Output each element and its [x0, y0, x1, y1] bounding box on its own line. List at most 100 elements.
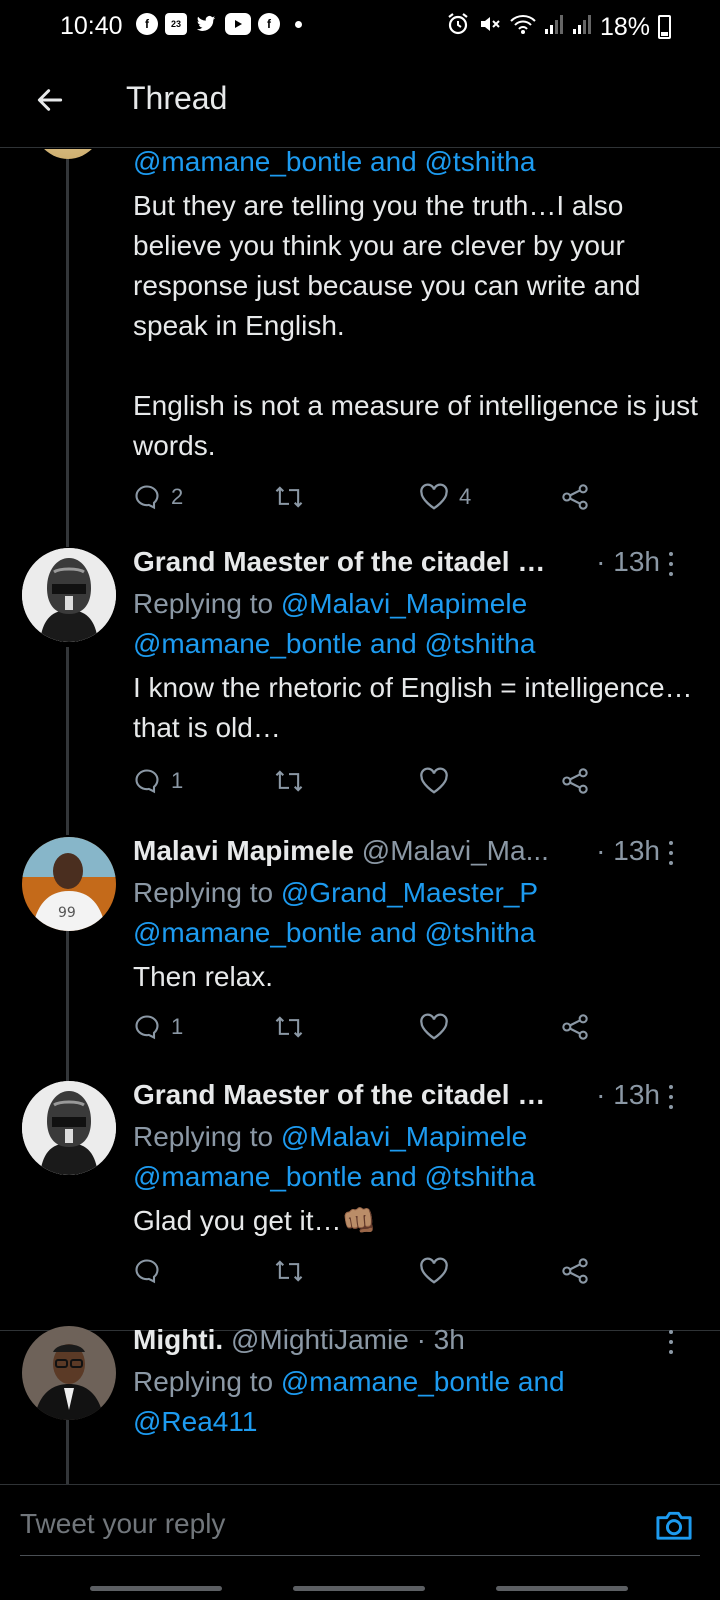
- more-notifications-dot: [295, 20, 302, 28]
- replying-to-link[interactable]: @mamane_bontle and: [281, 1366, 565, 1397]
- like-button[interactable]: [419, 1251, 449, 1291]
- alarm-icon: [446, 12, 470, 42]
- tweet[interactable]: Grand Maester of the citadel … · 13h Rep…: [0, 1079, 720, 1311]
- more-options-icon[interactable]: [664, 839, 678, 867]
- reply-icon: [135, 769, 159, 794]
- page-title: Thread: [126, 80, 228, 116]
- signal-icon: [544, 13, 564, 41]
- tweet-time[interactable]: · 13h: [596, 546, 660, 578]
- replying-to: Replying to @mamane_bontle and @Rea411: [133, 1362, 700, 1442]
- display-name[interactable]: Grand Maester of the citadel …: [133, 546, 545, 577]
- tweet-header: Grand Maester of the citadel … · 13h: [133, 1079, 700, 1115]
- reply-count: 2: [171, 484, 184, 509]
- replying-to-link[interactable]: @Grand_Maester_P: [281, 877, 538, 908]
- tweet-time[interactable]: · 13h: [596, 835, 660, 867]
- retweet-button[interactable]: [273, 761, 305, 801]
- retweet-icon: [275, 770, 303, 792]
- status-bar: 10:40 f 23 f 18%: [0, 0, 720, 56]
- share-button[interactable]: [561, 477, 589, 517]
- mention-link[interactable]: @mamane_bontle and @tshitha: [133, 149, 535, 177]
- retweet-button[interactable]: [273, 477, 305, 517]
- camera-icon: [656, 1511, 692, 1540]
- masked-face-avatar-image: [22, 1081, 116, 1175]
- status-time: 10:40: [60, 12, 123, 40]
- replying-to: Replying to @Grand_Maester_P @mamane_bon…: [133, 873, 700, 953]
- avatar[interactable]: [22, 1081, 116, 1175]
- nav-back[interactable]: [496, 1586, 628, 1591]
- share-button[interactable]: [561, 1007, 589, 1047]
- more-options-icon[interactable]: [664, 1328, 678, 1356]
- user-handle[interactable]: @MightiJamie: [231, 1324, 409, 1355]
- share-icon: [562, 1014, 588, 1040]
- reply-count: 1: [171, 768, 184, 793]
- tweet-actions: [133, 1251, 603, 1291]
- reply-button[interactable]: [133, 1251, 161, 1291]
- tweet-header: Mighti. @MightiJamie · 3h: [133, 1324, 700, 1360]
- tweet-text: Then relax.: [133, 961, 274, 992]
- top-app-bar: Thread: [0, 56, 720, 148]
- avatar[interactable]: [22, 1326, 116, 1420]
- tweet-header: Malavi Mapimele @Malavi_Ma... · 13h: [133, 835, 700, 871]
- reply-button[interactable]: 2: [133, 477, 183, 517]
- retweet-icon: [275, 1016, 303, 1038]
- tweet[interactable]: Grand Maester of the citadel … · 13h Rep…: [0, 546, 720, 820]
- display-name[interactable]: Grand Maester of the citadel …: [133, 1079, 545, 1110]
- mention-link[interactable]: @mamane_bontle and @tshitha: [133, 628, 535, 659]
- reply-button[interactable]: 1: [133, 761, 183, 801]
- share-icon: [562, 484, 588, 510]
- mention-link[interactable]: @mamane_bontle and @tshitha: [133, 917, 535, 948]
- display-name[interactable]: Malavi Mapimele: [133, 835, 354, 866]
- like-button[interactable]: [419, 1007, 449, 1047]
- replying-to: Replying to @Malavi_Mapimele @mamane_bon…: [133, 1117, 700, 1197]
- tweet-time[interactable]: · 3h: [417, 1324, 465, 1355]
- tweet-time[interactable]: · 13h: [596, 1079, 660, 1111]
- back-button[interactable]: [28, 78, 72, 122]
- profile-photo-avatar-image: 99: [22, 837, 116, 931]
- mention-link[interactable]: @mamane_bontle and @tshitha: [133, 1161, 535, 1192]
- retweet-button[interactable]: [273, 1251, 305, 1291]
- like-button[interactable]: 4: [419, 477, 471, 517]
- profile-photo-avatar-image: [22, 1326, 116, 1420]
- facebook-icon: f: [258, 13, 280, 35]
- avatar[interactable]: 99: [22, 837, 116, 931]
- replying-to: Replying to @Malavi_Mapimele @mamane_bon…: [133, 584, 700, 664]
- display-name[interactable]: Mighti.: [133, 1324, 223, 1355]
- camera-button[interactable]: [654, 1505, 694, 1545]
- retweet-button[interactable]: [273, 1007, 305, 1047]
- more-options-icon[interactable]: [664, 550, 678, 578]
- nav-home[interactable]: [293, 1586, 425, 1591]
- replying-to-link[interactable]: @Malavi_Mapimele: [281, 588, 527, 619]
- share-button[interactable]: [561, 1251, 589, 1291]
- replying-label: Replying to: [133, 877, 274, 908]
- replying-label: Replying to: [133, 1121, 274, 1152]
- tweet[interactable]: @mamane_bontle and @tshitha But they are…: [0, 149, 720, 534]
- wifi-icon: [510, 13, 536, 41]
- reply-count: 1: [171, 1014, 184, 1039]
- share-icon: [562, 768, 588, 794]
- calendar-icon: 23: [165, 13, 187, 35]
- retweet-icon: [275, 1260, 303, 1282]
- replying-label: Replying to: [133, 588, 274, 619]
- avatar[interactable]: [22, 548, 116, 642]
- like-button[interactable]: [419, 761, 449, 801]
- heart-icon: [420, 1013, 448, 1040]
- reply-input[interactable]: [20, 1497, 620, 1551]
- reply-icon: [135, 485, 159, 510]
- tweet[interactable]: Mighti. @MightiJamie · 3h Replying to @m…: [0, 1324, 720, 1484]
- thread-list[interactable]: @mamane_bontle and @tshitha But they are…: [0, 149, 720, 1484]
- more-options-icon[interactable]: [664, 1083, 678, 1111]
- tweet-actions: 2 4: [133, 477, 603, 517]
- notification-icons: f 23 f: [136, 13, 302, 35]
- facebook-icon: f: [136, 13, 158, 35]
- share-icon: [562, 1258, 588, 1284]
- replying-to-link[interactable]: @Malavi_Mapimele: [281, 1121, 527, 1152]
- user-handle[interactable]: @Malavi_Ma...: [362, 835, 549, 866]
- heart-icon: [420, 767, 448, 794]
- twitter-icon: [194, 13, 218, 35]
- share-button[interactable]: [561, 761, 589, 801]
- nav-recent-apps[interactable]: [90, 1586, 222, 1591]
- replying-to-link[interactable]: @Rea411: [133, 1406, 257, 1437]
- tweet[interactable]: 99 Malavi Mapimele @Malavi_Ma... · 13h R…: [0, 835, 720, 1067]
- reply-button[interactable]: 1: [133, 1007, 183, 1047]
- heart-icon: [420, 483, 448, 510]
